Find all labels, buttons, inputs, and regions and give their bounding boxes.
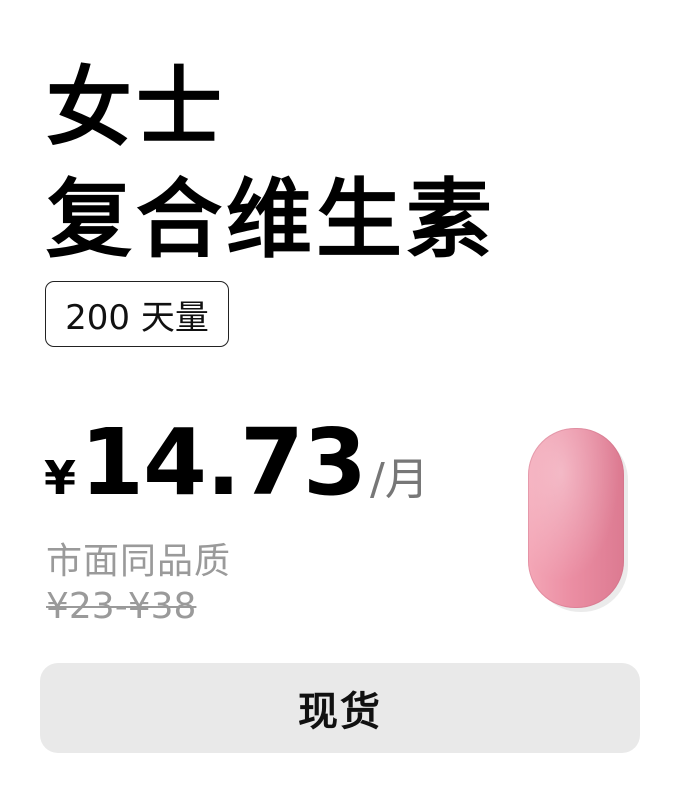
product-title-line2: 复合维生素 — [46, 170, 496, 270]
currency-symbol: ¥ — [44, 451, 77, 505]
product-card: 女士 复合维生素 200 天量 ¥ 14.73 /月 市面同品质 ¥23-¥38 — [0, 0, 680, 806]
market-compare-label: 市面同品质 — [46, 541, 232, 582]
monthly-price: ¥ 14.73 /月 — [44, 408, 429, 518]
supply-days-badge: 200 天量 — [45, 281, 229, 347]
market-price-range: ¥23-¥38 — [46, 586, 197, 627]
in-stock-button[interactable]: 现货 — [40, 663, 640, 753]
product-title-line1: 女士 — [46, 58, 226, 158]
pink-oval-tablet-icon — [520, 420, 640, 620]
price-unit: /月 — [370, 454, 429, 505]
product-title: 女士 复合维生素 — [46, 52, 496, 276]
price-amount: 14.73 — [80, 409, 367, 516]
